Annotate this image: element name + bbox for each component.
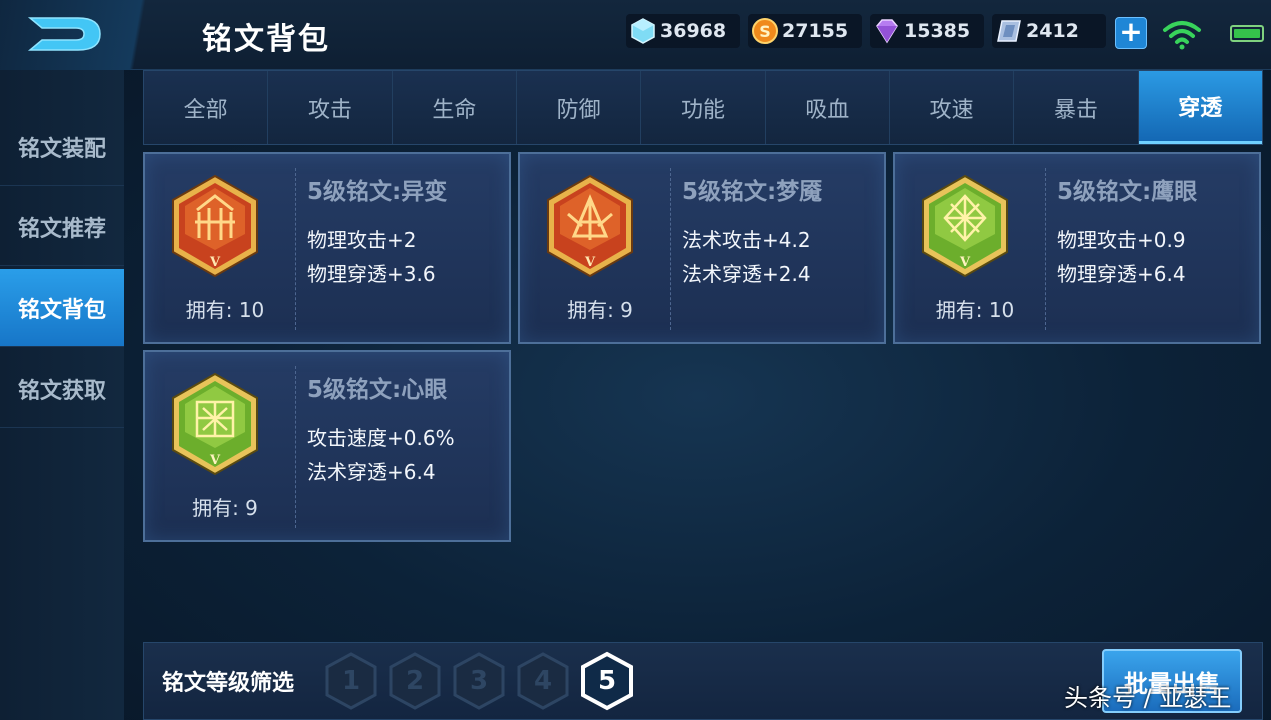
rune-card[interactable]: V 拥有: 10 5级铭文:异变 物理攻击+2 物理穿透+3.6 (143, 152, 511, 344)
rune-name: 5级铭文:鹰眼 (1057, 179, 1198, 205)
add-currency-button[interactable]: + (1115, 17, 1147, 49)
tab-crit[interactable]: 暴击 (1014, 71, 1139, 144)
card-divider (295, 366, 296, 528)
back-arrow-icon (27, 17, 101, 51)
rune-stat-2: 物理穿透+6.4 (1057, 262, 1186, 286)
owned-count: 拥有: 9 (192, 496, 258, 520)
rune-stat-1: 攻击速度+0.6% (307, 426, 455, 450)
diamond-icon (626, 14, 660, 48)
tab-lifesteal[interactable]: 吸血 (766, 71, 890, 144)
rune-stat-1: 物理攻击+0.9 (1057, 228, 1186, 252)
owned-count: 拥有: 10 (185, 298, 265, 322)
purple-gem-icon (870, 14, 904, 48)
tab-penetration[interactable]: 穿透 (1138, 71, 1262, 144)
gold-count: 27155 (782, 20, 849, 42)
level-filter-1[interactable]: 1 (324, 651, 378, 711)
currency-coupon: 2412 (992, 14, 1106, 48)
page-title: 铭文背包 (202, 22, 330, 57)
rune-card[interactable]: V 拥有: 9 5级铭文:梦魇 法术攻击+4.2 法术穿透+2.4 (518, 152, 886, 344)
green-rune-emblem-icon: V (922, 174, 1008, 278)
gem-count: 15385 (904, 20, 971, 42)
red-rune-emblem-icon: V (172, 174, 258, 278)
owned-count: 拥有: 10 (935, 298, 1015, 322)
diamond-count: 36968 (660, 20, 727, 42)
svg-text:S: S (759, 22, 771, 41)
sidebar-item-backpack[interactable]: 铭文背包 (0, 269, 124, 347)
card-divider (1045, 168, 1046, 330)
wifi-icon (1162, 18, 1202, 54)
currency-gold: S 27155 (748, 14, 862, 48)
rune-card[interactable]: V 拥有: 9 5级铭文:心眼 攻击速度+0.6% 法术穿透+6.4 (143, 350, 511, 542)
tab-attack-speed[interactable]: 攻速 (890, 71, 1015, 144)
level-filter-label-3: 3 (469, 666, 489, 696)
level-filter-label: 铭文等级筛选 (162, 671, 295, 696)
rune-stat-2: 法术穿透+6.4 (307, 460, 436, 484)
top-bar: 铭文背包 36968 S 27155 15385 2412 + (0, 0, 1271, 70)
rune-card[interactable]: V 拥有: 10 5级铭文:鹰眼 物理攻击+0.9 物理穿透+6.4 (893, 152, 1261, 344)
svg-text:V: V (209, 453, 221, 468)
green-rune-emblem-icon: V (172, 372, 258, 476)
back-button[interactable] (0, 0, 190, 70)
sidebar-item-equip[interactable]: 铭文装配 (0, 108, 124, 186)
sidebar-item-obtain[interactable]: 铭文获取 (0, 350, 124, 428)
level-filter-4[interactable]: 4 (516, 651, 570, 711)
tab-all[interactable]: 全部 (144, 71, 269, 144)
level-filter-5[interactable]: 5 (580, 651, 634, 711)
level-filter-2[interactable]: 2 (388, 651, 442, 711)
coupon-count: 2412 (1026, 20, 1079, 42)
coupon-icon (992, 14, 1026, 48)
tab-defense[interactable]: 防御 (517, 71, 642, 144)
rune-stat-2: 物理穿透+3.6 (307, 262, 436, 286)
card-divider (670, 168, 671, 330)
watermark: 头条号 / 亚瑟王 (1064, 684, 1232, 712)
currency-gem: 15385 (870, 14, 984, 48)
card-divider (295, 168, 296, 330)
rune-name: 5级铭文:异变 (307, 179, 448, 205)
rune-name: 5级铭文:梦魇 (682, 179, 823, 205)
battery-icon (1230, 25, 1264, 42)
owned-count: 拥有: 9 (567, 298, 633, 322)
rune-stat-1: 物理攻击+2 (307, 228, 417, 252)
red-rune-emblem-icon: V (547, 174, 633, 278)
level-filter-3[interactable]: 3 (452, 651, 506, 711)
sidebar-item-recommend[interactable]: 铭文推荐 (0, 188, 124, 266)
gold-coin-icon: S (748, 14, 782, 48)
level-filter-label-1: 1 (341, 666, 361, 696)
currency-diamond: 36968 (626, 14, 740, 48)
svg-text:V: V (209, 255, 221, 270)
tab-function[interactable]: 功能 (641, 71, 766, 144)
level-filter-label-4: 4 (533, 666, 553, 696)
tab-attack[interactable]: 攻击 (268, 71, 393, 144)
sidebar: 铭文装配 铭文推荐 铭文背包 铭文获取 (0, 70, 124, 720)
svg-text:V: V (584, 255, 596, 270)
level-filter-label-5: 5 (597, 666, 617, 696)
currency-bar: 36968 S 27155 15385 2412 (626, 14, 1106, 48)
rune-stat-1: 法术攻击+4.2 (682, 228, 811, 252)
level-filter-label-2: 2 (405, 666, 425, 696)
category-tabs: 全部 攻击 生命 防御 功能 吸血 攻速 暴击 穿透 (143, 70, 1263, 145)
rune-stat-2: 法术穿透+2.4 (682, 262, 811, 286)
rune-name: 5级铭文:心眼 (307, 377, 448, 403)
tab-health[interactable]: 生命 (393, 71, 517, 144)
svg-text:V: V (959, 255, 971, 270)
